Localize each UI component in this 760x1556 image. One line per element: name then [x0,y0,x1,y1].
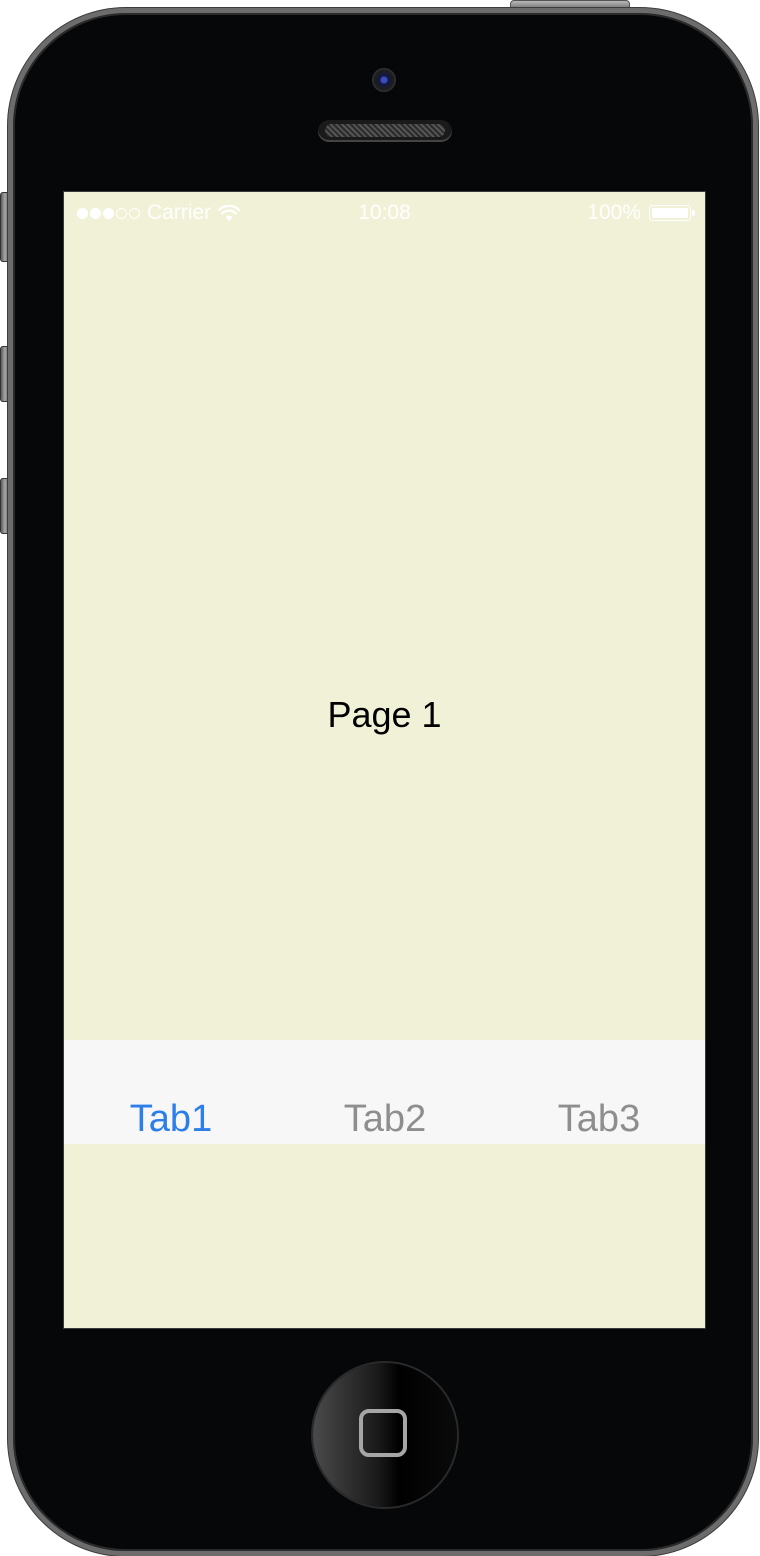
earpiece-speaker [318,120,452,142]
battery-percentage: 100% [587,201,641,224]
status-right: 100% [587,201,695,225]
home-button[interactable] [313,1363,457,1507]
tab-bar: Tab1 Tab2 Tab3 [64,1040,705,1144]
home-square-icon [359,1409,407,1457]
status-bar: Carrier 10:08 100% [64,192,705,234]
simulator-stage: Carrier 10:08 100% Page 1 Tab1 Tab2 Tab3 [0,0,760,1556]
tab-1[interactable]: Tab1 [64,1098,278,1141]
battery-level [652,208,688,218]
tab-3[interactable]: Tab3 [492,1098,705,1141]
front-camera [372,68,396,92]
device-screen: Carrier 10:08 100% Page 1 Tab1 Tab2 Tab3 [63,191,706,1329]
battery-icon [649,205,695,221]
page-title: Page 1 [327,694,442,735]
battery-tip [692,210,695,216]
tab-2[interactable]: Tab2 [278,1098,492,1141]
